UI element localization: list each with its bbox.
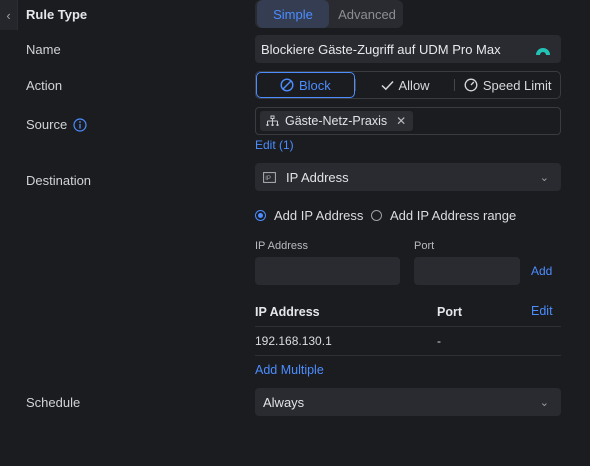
action-allow-button[interactable]: Allow — [356, 72, 455, 98]
source-chip: Gäste-Netz-Praxis ✕ — [260, 111, 414, 131]
app-logo-icon — [536, 48, 550, 55]
action-speed-limit-button[interactable]: Speed Limit — [455, 72, 560, 98]
network-icon — [266, 115, 279, 126]
block-icon — [280, 78, 294, 92]
svg-text:IP: IP — [265, 176, 271, 182]
back-button[interactable]: ‹ — [0, 0, 18, 30]
check-icon — [380, 80, 394, 90]
port-input[interactable] — [414, 257, 520, 285]
radio-add-ip-label: Add IP Address — [274, 208, 364, 223]
schedule-value: Always — [263, 394, 305, 410]
table-header-ip: IP Address — [255, 305, 320, 319]
source-chip-label: Gäste-Netz-Praxis — [285, 114, 388, 128]
table-row-ip: 192.168.130.1 — [255, 334, 332, 348]
chevron-down-icon: ⌄ — [539, 397, 549, 409]
chevron-left-icon: ‹ — [6, 7, 11, 23]
action-selector: Block Allow Speed Limit — [255, 71, 561, 99]
rule-type-simple[interactable]: Simple — [257, 0, 329, 28]
ip-address-icon: IP — [263, 171, 276, 183]
port-field-label: Port — [414, 240, 435, 252]
rule-type-advanced[interactable]: Advanced — [331, 0, 403, 28]
action-block-label: Block — [298, 77, 331, 93]
radio-add-range-label: Add IP Address range — [390, 208, 517, 223]
rule-type-label: Rule Type — [26, 7, 88, 22]
table-divider — [255, 326, 561, 327]
destination-type-value: IP Address — [286, 169, 349, 185]
ip-field-label: IP Address — [255, 240, 308, 252]
destination-label: Destination — [26, 173, 92, 188]
add-button[interactable]: Add — [531, 264, 552, 278]
radio-add-ip[interactable]: Add IP Address — [255, 208, 363, 223]
info-icon[interactable] — [73, 117, 87, 132]
table-row-port: - — [437, 334, 441, 348]
schedule-label: Schedule — [26, 395, 81, 410]
destination-type-select[interactable]: IP IP Address ⌄ — [255, 163, 561, 191]
action-label: Action — [26, 78, 63, 93]
radio-selected-icon — [255, 210, 266, 221]
speedometer-icon — [464, 78, 478, 92]
action-block-button[interactable]: Block — [256, 72, 355, 98]
table-divider — [255, 355, 561, 356]
source-label-wrap: Source — [26, 117, 87, 132]
name-input[interactable]: Blockiere Gäste-Zugriff auf UDM Pro Max — [255, 35, 561, 63]
radio-unselected-icon — [371, 210, 382, 221]
ip-address-input[interactable] — [255, 257, 400, 285]
source-edit-link[interactable]: Edit (1) — [255, 138, 294, 152]
schedule-select[interactable]: Always ⌄ — [255, 388, 561, 416]
source-label: Source — [26, 117, 68, 132]
add-multiple-link[interactable]: Add Multiple — [255, 363, 324, 377]
radio-add-range[interactable]: Add IP Address range — [371, 208, 516, 223]
name-value: Blockiere Gäste-Zugriff auf UDM Pro Max — [261, 41, 501, 57]
table-edit-link[interactable]: Edit — [531, 304, 553, 318]
chevron-down-icon: ⌄ — [539, 172, 549, 184]
rule-type-toggle: Simple Advanced — [255, 0, 403, 28]
close-icon[interactable]: ✕ — [396, 114, 406, 128]
name-label: Name — [26, 42, 61, 57]
source-input[interactable]: Gäste-Netz-Praxis ✕ — [255, 107, 561, 135]
table-header-port: Port — [437, 305, 462, 319]
action-speed-limit-label: Speed Limit — [482, 77, 552, 93]
action-allow-label: Allow — [398, 77, 430, 93]
